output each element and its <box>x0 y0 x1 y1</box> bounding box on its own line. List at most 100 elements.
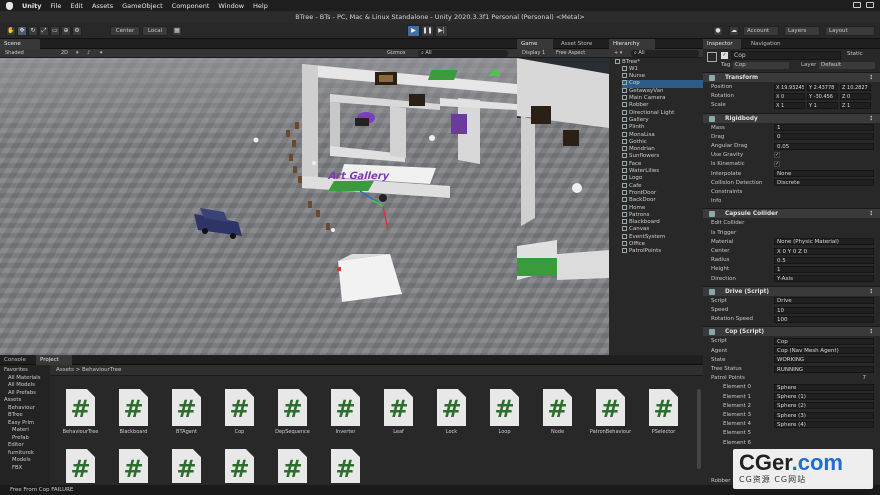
project-tree-item[interactable]: Behaviour <box>8 405 35 413</box>
hierarchy-item[interactable]: Patrons <box>622 211 649 219</box>
vector-field-z[interactable]: Z 10.2827 <box>840 83 871 91</box>
tab-game[interactable]: Game <box>517 39 553 49</box>
static-toggle[interactable]: Static <box>847 51 863 57</box>
hierarchy-root[interactable]: BTree* <box>615 58 640 66</box>
project-scrollbar[interactable] <box>697 389 701 469</box>
component-header[interactable]: Transform ⋮ <box>703 72 880 82</box>
component-menu-icon[interactable]: ⋮ <box>868 327 874 337</box>
patrol-element-value[interactable]: Sphere (4) <box>774 420 874 428</box>
hierarchy-item[interactable]: PatrolPoints <box>622 248 661 255</box>
component-menu-icon[interactable]: ⋮ <box>868 114 874 124</box>
pause-button[interactable]: ❚❚ <box>421 25 434 37</box>
script-asset[interactable]: # Loop <box>478 389 528 447</box>
breadcrumb-behaviourtree[interactable]: BehaviourTree <box>82 367 121 373</box>
hierarchy-item[interactable]: BackDoor <box>622 197 656 204</box>
property-value[interactable]: Cop (Nav Mesh Agent) <box>774 347 874 355</box>
script-asset[interactable]: # Cop <box>213 389 263 447</box>
display-dropdown[interactable]: Display 1 <box>519 50 548 57</box>
hierarchy-item[interactable]: Face <box>622 160 641 168</box>
script-asset[interactable]: # <box>160 449 210 483</box>
vector-field-x[interactable]: X 0 <box>774 92 805 100</box>
component-menu-icon[interactable]: ⋮ <box>868 287 874 297</box>
console-message[interactable]: Free From Cop FAILURE <box>10 487 73 493</box>
property-value[interactable]: 1 <box>774 265 874 273</box>
property-value[interactable]: 1 <box>774 124 874 132</box>
script-asset[interactable]: # DepSequence <box>266 389 316 447</box>
menu-window[interactable]: Window <box>218 2 244 10</box>
vector-field-y[interactable]: Y 1 <box>807 101 838 109</box>
patrol-element-value[interactable]: Sphere <box>774 383 874 391</box>
vector-field-x[interactable]: X 19.93245 <box>774 83 805 91</box>
pivot-local-button[interactable]: Local <box>142 26 168 36</box>
script-asset[interactable]: # <box>54 449 104 483</box>
gizmos-dropdown[interactable]: Gizmos <box>384 50 408 57</box>
aspect-dropdown[interactable]: Free Aspect <box>553 50 588 57</box>
shading-dropdown[interactable]: Shaded <box>2 50 27 57</box>
tab-navigation[interactable]: Navigation <box>747 39 791 49</box>
script-asset[interactable]: # BehaviourTree <box>54 389 104 447</box>
tab-console[interactable]: Console <box>0 355 34 365</box>
mode-2d-button[interactable]: 2D <box>58 50 71 57</box>
rect-tool-icon[interactable]: ▭ <box>50 26 60 36</box>
tab-hierarchy[interactable]: Hierarchy <box>609 39 655 49</box>
tag-dropdown[interactable]: Cop <box>733 62 789 69</box>
component-header[interactable]: Capsule Collider ⋮ <box>703 208 880 219</box>
grid-snap-icon[interactable]: ▦ <box>172 26 182 36</box>
property-value[interactable]: WORKING <box>774 356 874 364</box>
component-header[interactable]: Drive (Script) ⋮ <box>703 285 880 297</box>
patrol-points-header[interactable]: Patrol Points 7 <box>703 374 880 382</box>
property-value[interactable]: Discrete <box>774 179 874 187</box>
project-tree-item[interactable]: Easy Prim <box>8 420 34 428</box>
property-value[interactable]: None (Physic Material) <box>774 238 874 246</box>
hierarchy-item[interactable]: Nurse <box>622 73 645 80</box>
project-tree-item[interactable]: Materi <box>12 427 29 435</box>
property-value[interactable]: 0.05 <box>774 142 874 150</box>
vector-field-y[interactable]: Y -30.456 <box>807 92 838 100</box>
property-value[interactable]: 100 <box>774 315 874 323</box>
tab-scene[interactable]: Scene <box>0 39 40 49</box>
project-tree-item[interactable]: All Prefabs <box>8 390 36 398</box>
script-asset[interactable]: # Node <box>531 389 581 447</box>
hierarchy-item[interactable]: Cafe <box>622 182 642 190</box>
tab-asset-store[interactable]: Asset Store <box>557 39 609 49</box>
project-tree-item[interactable]: BTree <box>8 412 23 420</box>
script-asset[interactable]: # BTAgent <box>160 389 210 447</box>
hierarchy-item[interactable]: Directional Light <box>622 109 674 117</box>
hierarchy-item[interactable]: Gothic <box>622 138 647 146</box>
script-asset[interactable]: # Lock <box>425 389 475 447</box>
transform-tool-icon[interactable]: ⊕ <box>61 26 71 36</box>
hierarchy-item[interactable]: Cop <box>622 80 703 88</box>
patrol-element-value[interactable]: Sphere (1) <box>774 393 874 401</box>
project-tree-item[interactable]: All Models <box>8 382 35 390</box>
script-asset[interactable]: # Inverter <box>319 389 369 447</box>
breadcrumb-assets[interactable]: Assets <box>56 367 74 373</box>
patrol-element-value[interactable]: Sphere (2) <box>774 402 874 410</box>
hierarchy-item[interactable]: Office <box>622 241 645 248</box>
custom-tool-icon[interactable]: ⚙ <box>72 26 82 36</box>
pivot-center-button[interactable]: Center <box>110 26 140 36</box>
hierarchy-item[interactable]: Main Camera <box>622 95 665 102</box>
component-menu-icon[interactable]: ⋮ <box>868 73 874 83</box>
property-value[interactable]: RUNNING <box>774 365 874 373</box>
hierarchy-item[interactable]: Logo <box>622 175 642 182</box>
hierarchy-item[interactable]: Home <box>622 204 645 212</box>
script-asset[interactable]: # Leaf <box>372 389 422 447</box>
script-asset[interactable]: # <box>266 449 316 483</box>
hierarchy-item[interactable]: Sunflowers <box>622 153 659 160</box>
hierarchy-item[interactable]: Gallery <box>622 116 649 124</box>
property-value[interactable]: ✓ <box>774 161 780 168</box>
script-asset[interactable]: # <box>107 449 157 483</box>
step-button[interactable]: ▶| <box>435 25 448 37</box>
project-tree-item[interactable]: Prefab <box>12 435 29 443</box>
hierarchy-search[interactable]: ⌕ All <box>631 50 699 57</box>
hierarchy-item[interactable]: W1 <box>622 65 638 73</box>
account-dropdown[interactable]: Account <box>743 26 779 36</box>
menu-app[interactable]: Unity <box>22 2 41 10</box>
tab-inspector[interactable]: Inspector <box>703 39 741 49</box>
script-asset[interactable]: # PSelector <box>637 389 687 447</box>
script-asset[interactable]: # PatronBehaviour <box>584 389 634 447</box>
project-tree-item[interactable]: Assets <box>4 397 21 405</box>
game-viewport[interactable] <box>517 58 609 355</box>
layers-dropdown[interactable]: Layers <box>784 26 820 36</box>
active-checkbox[interactable]: ✓ <box>721 52 728 59</box>
